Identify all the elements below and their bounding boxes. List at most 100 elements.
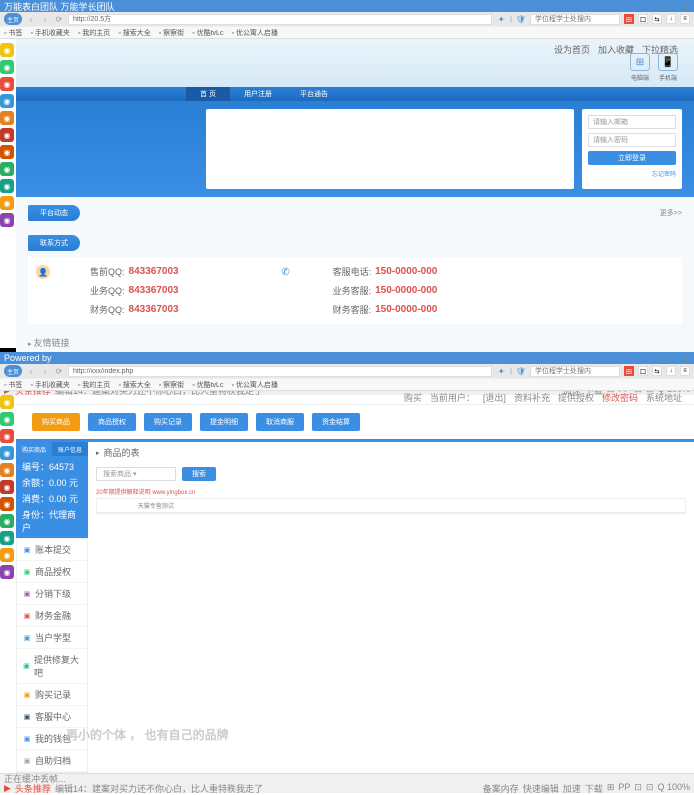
status-item[interactable]: Q 100% <box>657 782 690 795</box>
device-option[interactable]: ⊞电脑端 <box>630 53 650 82</box>
back-icon[interactable]: ‹ <box>26 14 36 24</box>
password-field[interactable]: 请输入密码 <box>588 133 676 147</box>
url-input[interactable] <box>68 14 492 25</box>
tab-home[interactable]: 主页 <box>4 13 22 25</box>
max-icon[interactable]: □ <box>666 2 676 10</box>
reload-icon[interactable]: ⟳ <box>54 14 64 24</box>
bookmark-item[interactable]: ▫ 手机收藏夹 <box>30 380 69 390</box>
box-icon[interactable]: 田 <box>624 366 634 376</box>
status-item[interactable]: 下载 <box>585 782 603 795</box>
bookmark-item[interactable]: ▫ 我的主页 <box>78 28 110 38</box>
status-item[interactable]: 加速 <box>563 782 581 795</box>
close-icon[interactable]: ✕ <box>680 2 690 10</box>
bookmark-item[interactable]: ▫ 搜索大全 <box>118 28 150 38</box>
product-search-input[interactable]: 搜索商品 ▾ <box>96 467 176 481</box>
status-item[interactable]: ⊞ <box>607 782 615 795</box>
bookmark-item[interactable]: ▫ 优酷tvLc <box>192 380 223 390</box>
bookmark-item[interactable]: ▫ 手机收藏夹 <box>30 28 69 38</box>
top-link[interactable]: 设为首页 <box>554 43 590 56</box>
menu-item[interactable]: ▣账本提交 <box>17 539 87 561</box>
min-icon[interactable]: — <box>652 2 662 10</box>
star-icon[interactable]: ✦ <box>496 14 506 24</box>
bookmark-item[interactable]: ▫ 优公寓人启播 <box>231 380 277 390</box>
topnav-link[interactable]: 购买 <box>404 391 422 404</box>
min-icon[interactable]: — <box>652 354 662 362</box>
nav-item[interactable]: 用户注册 <box>230 87 286 101</box>
star-icon[interactable]: ✦ <box>496 366 506 376</box>
app-icon[interactable]: ◉ <box>0 196 14 210</box>
url-input[interactable] <box>68 366 492 377</box>
menu-item[interactable]: ▣提供修复大吧 <box>17 649 87 684</box>
app-icon[interactable]: ◉ <box>0 565 14 579</box>
app-icon[interactable]: ◉ <box>0 179 14 193</box>
headline-label[interactable]: 头条推荐 <box>15 782 51 795</box>
app-icon[interactable]: ◉ <box>0 111 14 125</box>
ext1-icon[interactable]: 囗 <box>638 366 648 376</box>
app-icon[interactable]: ◉ <box>0 94 14 108</box>
ext2-icon[interactable]: ⇆ <box>652 366 662 376</box>
app-icon[interactable]: ◉ <box>0 77 14 91</box>
menu-item[interactable]: ▣分销下级 <box>17 583 87 605</box>
status-item[interactable]: ⊡ <box>646 782 654 795</box>
box-icon[interactable]: 田 <box>624 14 634 24</box>
app-icon[interactable]: ◉ <box>0 514 14 528</box>
status-item[interactable]: 备案内存 <box>483 782 519 795</box>
more-link[interactable]: 更多>> <box>660 208 682 218</box>
search-input[interactable] <box>530 366 620 377</box>
fwd-icon[interactable]: › <box>40 366 50 376</box>
menu-icon[interactable]: ≡ <box>680 14 690 24</box>
max-icon[interactable]: □ <box>666 354 676 362</box>
status-item[interactable]: PP <box>618 782 630 795</box>
app-icon[interactable]: ◉ <box>0 43 14 57</box>
action-button[interactable]: 购买记录 <box>144 413 192 431</box>
status-item[interactable]: 快速编辑 <box>523 782 559 795</box>
login-button[interactable]: 立即登录 <box>588 151 676 165</box>
status-item[interactable]: ⊡ <box>634 782 642 795</box>
nav-item[interactable]: 平台通告 <box>286 87 342 101</box>
app-icon[interactable]: ◉ <box>0 162 14 176</box>
menu-icon[interactable]: ≡ <box>680 366 690 376</box>
app-icon[interactable]: ◉ <box>0 497 14 511</box>
app-icon[interactable]: ◉ <box>0 145 14 159</box>
topnav-link[interactable]: [退出] <box>483 391 506 404</box>
menu-item[interactable]: ▣商品授权 <box>17 561 87 583</box>
topnav-link[interactable]: 提供授权 <box>558 391 594 404</box>
bookmark-item[interactable]: ▫ 搜索大全 <box>118 380 150 390</box>
fwd-icon[interactable]: › <box>40 14 50 24</box>
top-link[interactable]: 加入收藏 <box>598 43 634 56</box>
action-button[interactable]: 取消商服 <box>256 413 304 431</box>
app-icon[interactable]: ◉ <box>0 60 14 74</box>
action-button[interactable]: 资金结算 <box>312 413 360 431</box>
topnav-link[interactable]: 修改密码 <box>602 391 638 404</box>
bookmark-item[interactable]: ▫ 优公寓人启播 <box>231 28 277 38</box>
search-input[interactable] <box>530 14 620 25</box>
app-icon[interactable]: ◉ <box>0 480 14 494</box>
app-icon[interactable]: ◉ <box>0 429 14 443</box>
app-icon[interactable]: ◉ <box>0 412 14 426</box>
app-icon[interactable]: ◉ <box>0 531 14 545</box>
action-button[interactable]: 提金明细 <box>200 413 248 431</box>
ext2-icon[interactable]: ⇆ <box>652 14 662 24</box>
menu-item[interactable]: ▣当户学型 <box>17 627 87 649</box>
bookmark-item[interactable]: ▫ 优酷tvLc <box>192 28 223 38</box>
tab-home[interactable]: 主页 <box>4 365 22 377</box>
menu-item[interactable]: ▣购买记录 <box>17 684 87 706</box>
bookmark-item[interactable]: ▫ 书签 <box>4 380 22 390</box>
action-button[interactable]: 购买商品 <box>32 413 80 431</box>
app-icon[interactable]: ◉ <box>0 548 14 562</box>
shield-icon[interactable]: 🛡 <box>516 14 526 24</box>
back-icon[interactable]: ‹ <box>26 366 36 376</box>
headline-text[interactable]: 编辑14：建案对买力还不你心白，比人重特秩我走了 <box>55 782 263 795</box>
product-search-button[interactable]: 搜索 <box>182 467 216 481</box>
app-icon[interactable]: ◉ <box>0 128 14 142</box>
ext1-icon[interactable]: 囗 <box>638 14 648 24</box>
bookmark-item[interactable]: ▫ 察察街 <box>159 28 184 38</box>
panel-tab-account[interactable]: 账户信息 <box>52 442 88 456</box>
action-button[interactable]: 商品授权 <box>88 413 136 431</box>
topnav-link[interactable]: 当前用户： <box>430 391 475 404</box>
email-field[interactable]: 请输入邮箱 <box>588 115 676 129</box>
ext3-icon[interactable]: ↓ <box>666 14 676 24</box>
menu-item[interactable]: ▣财务金融 <box>17 605 87 627</box>
topnav-link[interactable]: 系统地址 <box>646 391 682 404</box>
bookmark-item[interactable]: ▫ 我的主页 <box>78 380 110 390</box>
